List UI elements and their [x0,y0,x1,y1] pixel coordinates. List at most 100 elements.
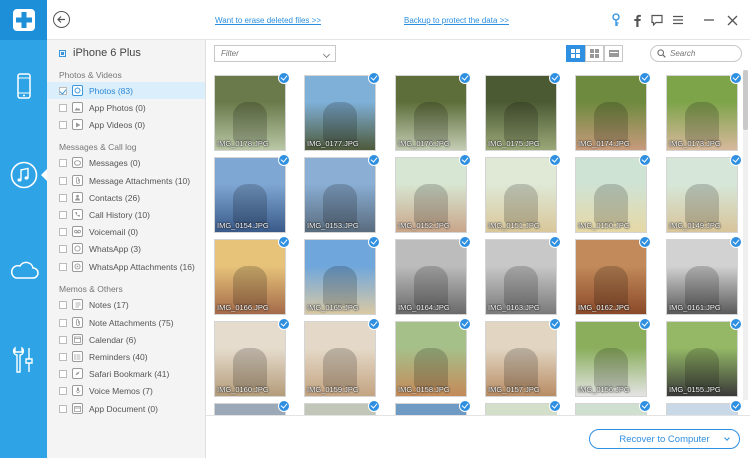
photo-thumbnail[interactable]: IMG_0166.JPG [214,239,286,315]
photo-checkbox[interactable] [549,236,561,248]
photo-checkbox[interactable] [368,400,380,412]
photo-thumbnail[interactable]: IMG_0159.JPG [304,321,376,397]
photo-checkbox[interactable] [549,72,561,84]
photo-checkbox[interactable] [730,318,742,330]
checkbox[interactable] [59,300,67,309]
photo-thumbnail[interactable]: IMG_0157.JPG [485,321,557,397]
sidebar-item-messages[interactable]: Messages (0) [47,154,205,171]
photo-thumbnail[interactable]: IMG_0161.JPG [666,239,738,315]
photo-checkbox[interactable] [549,318,561,330]
checkbox[interactable] [59,335,67,344]
photo-thumbnail[interactable]: IMG_0175.JPG [485,75,557,151]
photo-thumbnail[interactable]: IMG_0149.JPG [666,157,738,233]
sidebar-item-note-attachments[interactable]: Note Attachments (75) [47,314,205,331]
checkbox[interactable] [59,120,67,129]
checkbox[interactable] [59,193,67,202]
photo-thumbnail[interactable] [485,403,557,415]
facebook-button[interactable] [630,12,644,28]
photo-thumbnail[interactable] [395,403,467,415]
feedback-button[interactable] [650,12,664,28]
rail-item-cloud[interactable] [0,242,47,298]
photo-checkbox[interactable] [459,72,471,84]
sidebar-item-photos[interactable]: Photos (83) [47,82,205,99]
photo-thumbnail[interactable]: IMG_0155.JPG [666,321,738,397]
photo-thumbnail[interactable]: IMG_0154.JPG [214,157,286,233]
minimize-button[interactable] [702,12,716,28]
photo-thumbnail[interactable]: IMG_0162.JPG [575,239,647,315]
photo-checkbox[interactable] [549,400,561,412]
checkbox[interactable] [59,318,67,327]
photo-thumbnail[interactable] [666,403,738,415]
grid-scrollbar[interactable] [743,70,748,400]
sidebar-item-contacts[interactable]: Contacts (26) [47,189,205,206]
back-button[interactable] [53,11,70,28]
photo-thumbnail[interactable]: IMG_0156.JPG [575,321,647,397]
erase-files-link[interactable]: Want to erase deleted files >> [215,16,321,25]
photo-thumbnail[interactable] [214,403,286,415]
checkbox[interactable] [59,227,67,236]
photo-thumbnail[interactable]: IMG_0164.JPG [395,239,467,315]
photo-checkbox[interactable] [368,236,380,248]
checkbox[interactable] [59,158,67,167]
rail-item-phone[interactable] [0,58,47,114]
photo-thumbnail[interactable]: IMG_0163.JPG [485,239,557,315]
photo-checkbox[interactable] [278,154,290,166]
sidebar-item-notes[interactable]: Notes (17) [47,296,205,313]
checkbox[interactable] [59,210,67,219]
sidebar-item-safari-bookmark[interactable]: Safari Bookmark (41) [47,365,205,382]
photo-checkbox[interactable] [278,318,290,330]
photo-checkbox[interactable] [730,154,742,166]
photo-checkbox[interactable] [459,318,471,330]
checkbox[interactable] [59,404,67,413]
sidebar-item-reminders[interactable]: Reminders (40) [47,348,205,365]
sidebar-item-whatsapp[interactable]: WhatsApp (3) [47,240,205,257]
rail-item-tools[interactable] [0,332,47,388]
photo-checkbox[interactable] [730,236,742,248]
view-list-button[interactable] [604,45,623,62]
recover-to-computer-button[interactable]: Recover to Computer [589,429,740,449]
photo-thumbnail[interactable]: IMG_0176.JPG [395,75,467,151]
photo-checkbox[interactable] [278,236,290,248]
search-input[interactable] [670,49,740,58]
photo-thumbnail[interactable]: IMG_0177.JPG [304,75,376,151]
key-button[interactable] [609,12,623,28]
photo-thumbnail[interactable]: IMG_0178.JPG [214,75,286,151]
photo-thumbnail[interactable] [304,403,376,415]
search-box[interactable] [650,45,742,62]
photo-thumbnail[interactable]: IMG_0160.JPG [214,321,286,397]
view-large-grid-button[interactable] [566,45,585,62]
checkbox[interactable] [59,369,67,378]
scrollbar-thumb[interactable] [743,70,748,130]
sidebar-item-voice-memos[interactable]: Voice Memos (7) [47,382,205,399]
photo-thumbnail[interactable]: IMG_0150.JPG [575,157,647,233]
checkbox[interactable] [59,176,67,185]
photo-thumbnail[interactable]: IMG_0153.JPG [304,157,376,233]
photo-checkbox[interactable] [639,154,651,166]
photo-checkbox[interactable] [459,154,471,166]
sidebar-item-app-videos[interactable]: App Videos (0) [47,116,205,133]
sidebar-item-app-document[interactable]: App Document (0) [47,400,205,417]
menu-button[interactable] [671,12,685,28]
photo-thumbnail[interactable]: IMG_0173.JPG [666,75,738,151]
photo-checkbox[interactable] [459,236,471,248]
checkbox[interactable] [59,352,67,361]
sidebar-item-voicemail[interactable]: Voicemail (0) [47,223,205,240]
sidebar-item-app-photos[interactable]: App Photos (0) [47,99,205,116]
photo-checkbox[interactable] [639,236,651,248]
filter-dropdown[interactable]: Filter [214,45,336,62]
sidebar-item-whatsapp-attachments[interactable]: WhatsApp Attachments (16) [47,258,205,275]
photo-checkbox[interactable] [368,154,380,166]
photo-thumbnail[interactable]: IMG_0165.JPG [304,239,376,315]
checkbox[interactable] [59,103,67,112]
photo-checkbox[interactable] [730,72,742,84]
sidebar-item-call-history[interactable]: Call History (10) [47,206,205,223]
checkbox[interactable] [59,386,67,395]
view-small-grid-button[interactable] [585,45,604,62]
photo-thumbnail[interactable]: IMG_0174.JPG [575,75,647,151]
photo-thumbnail[interactable]: IMG_0152.JPG [395,157,467,233]
photo-thumbnail[interactable]: IMG_0151.JPG [485,157,557,233]
photo-checkbox[interactable] [639,400,651,412]
photo-checkbox[interactable] [278,72,290,84]
photo-checkbox[interactable] [639,318,651,330]
photo-checkbox[interactable] [549,154,561,166]
